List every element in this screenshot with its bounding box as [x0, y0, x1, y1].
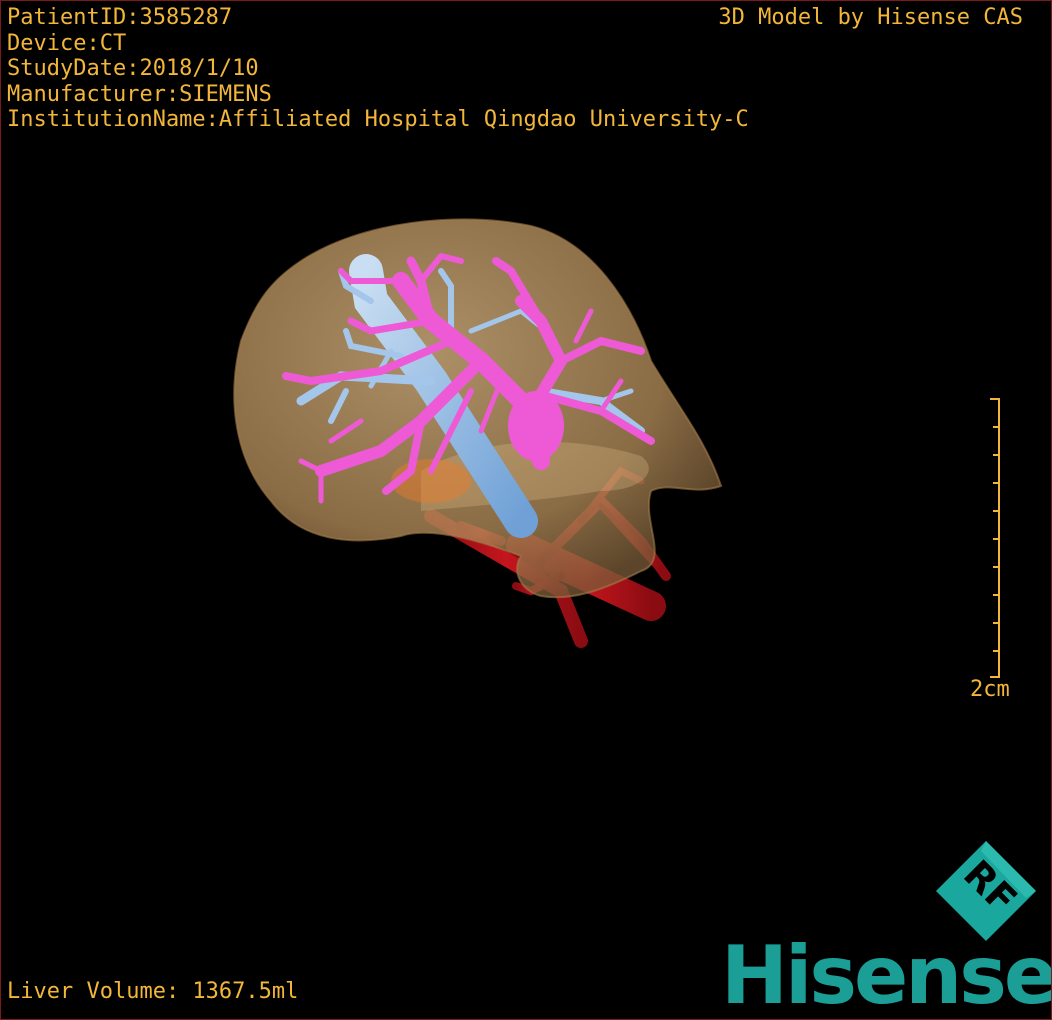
- study-date: StudyDate:2018/1/10: [7, 56, 259, 81]
- 3d-viewport[interactable]: PatientID:3585287 Device:CT StudyDate:20…: [0, 0, 1052, 1020]
- patient-id: PatientID:3585287: [7, 5, 233, 30]
- scale-bar: [990, 398, 1000, 678]
- liver-volume: Liver Volume: 1367.5ml: [7, 979, 299, 1004]
- model-title: 3D Model by Hisense CAS: [718, 5, 1023, 30]
- brand-name: Hisense: [721, 929, 1052, 1020]
- liver-3d-model[interactable]: [1, 1, 1051, 1019]
- device: Device:CT: [7, 30, 127, 56]
- institution-name: InstitutionName:Affiliated Hospital Qing…: [7, 107, 749, 132]
- liver-surface: [233, 218, 723, 599]
- manufacturer: Manufacturer:SIEMENS: [7, 81, 272, 107]
- scale-bar-label: 2cm: [970, 677, 1010, 702]
- hisense-logo: Hisense: [721, 931, 1051, 1020]
- patient-info-overlay: PatientID:3585287 Device:CT StudyDate:20…: [7, 5, 749, 133]
